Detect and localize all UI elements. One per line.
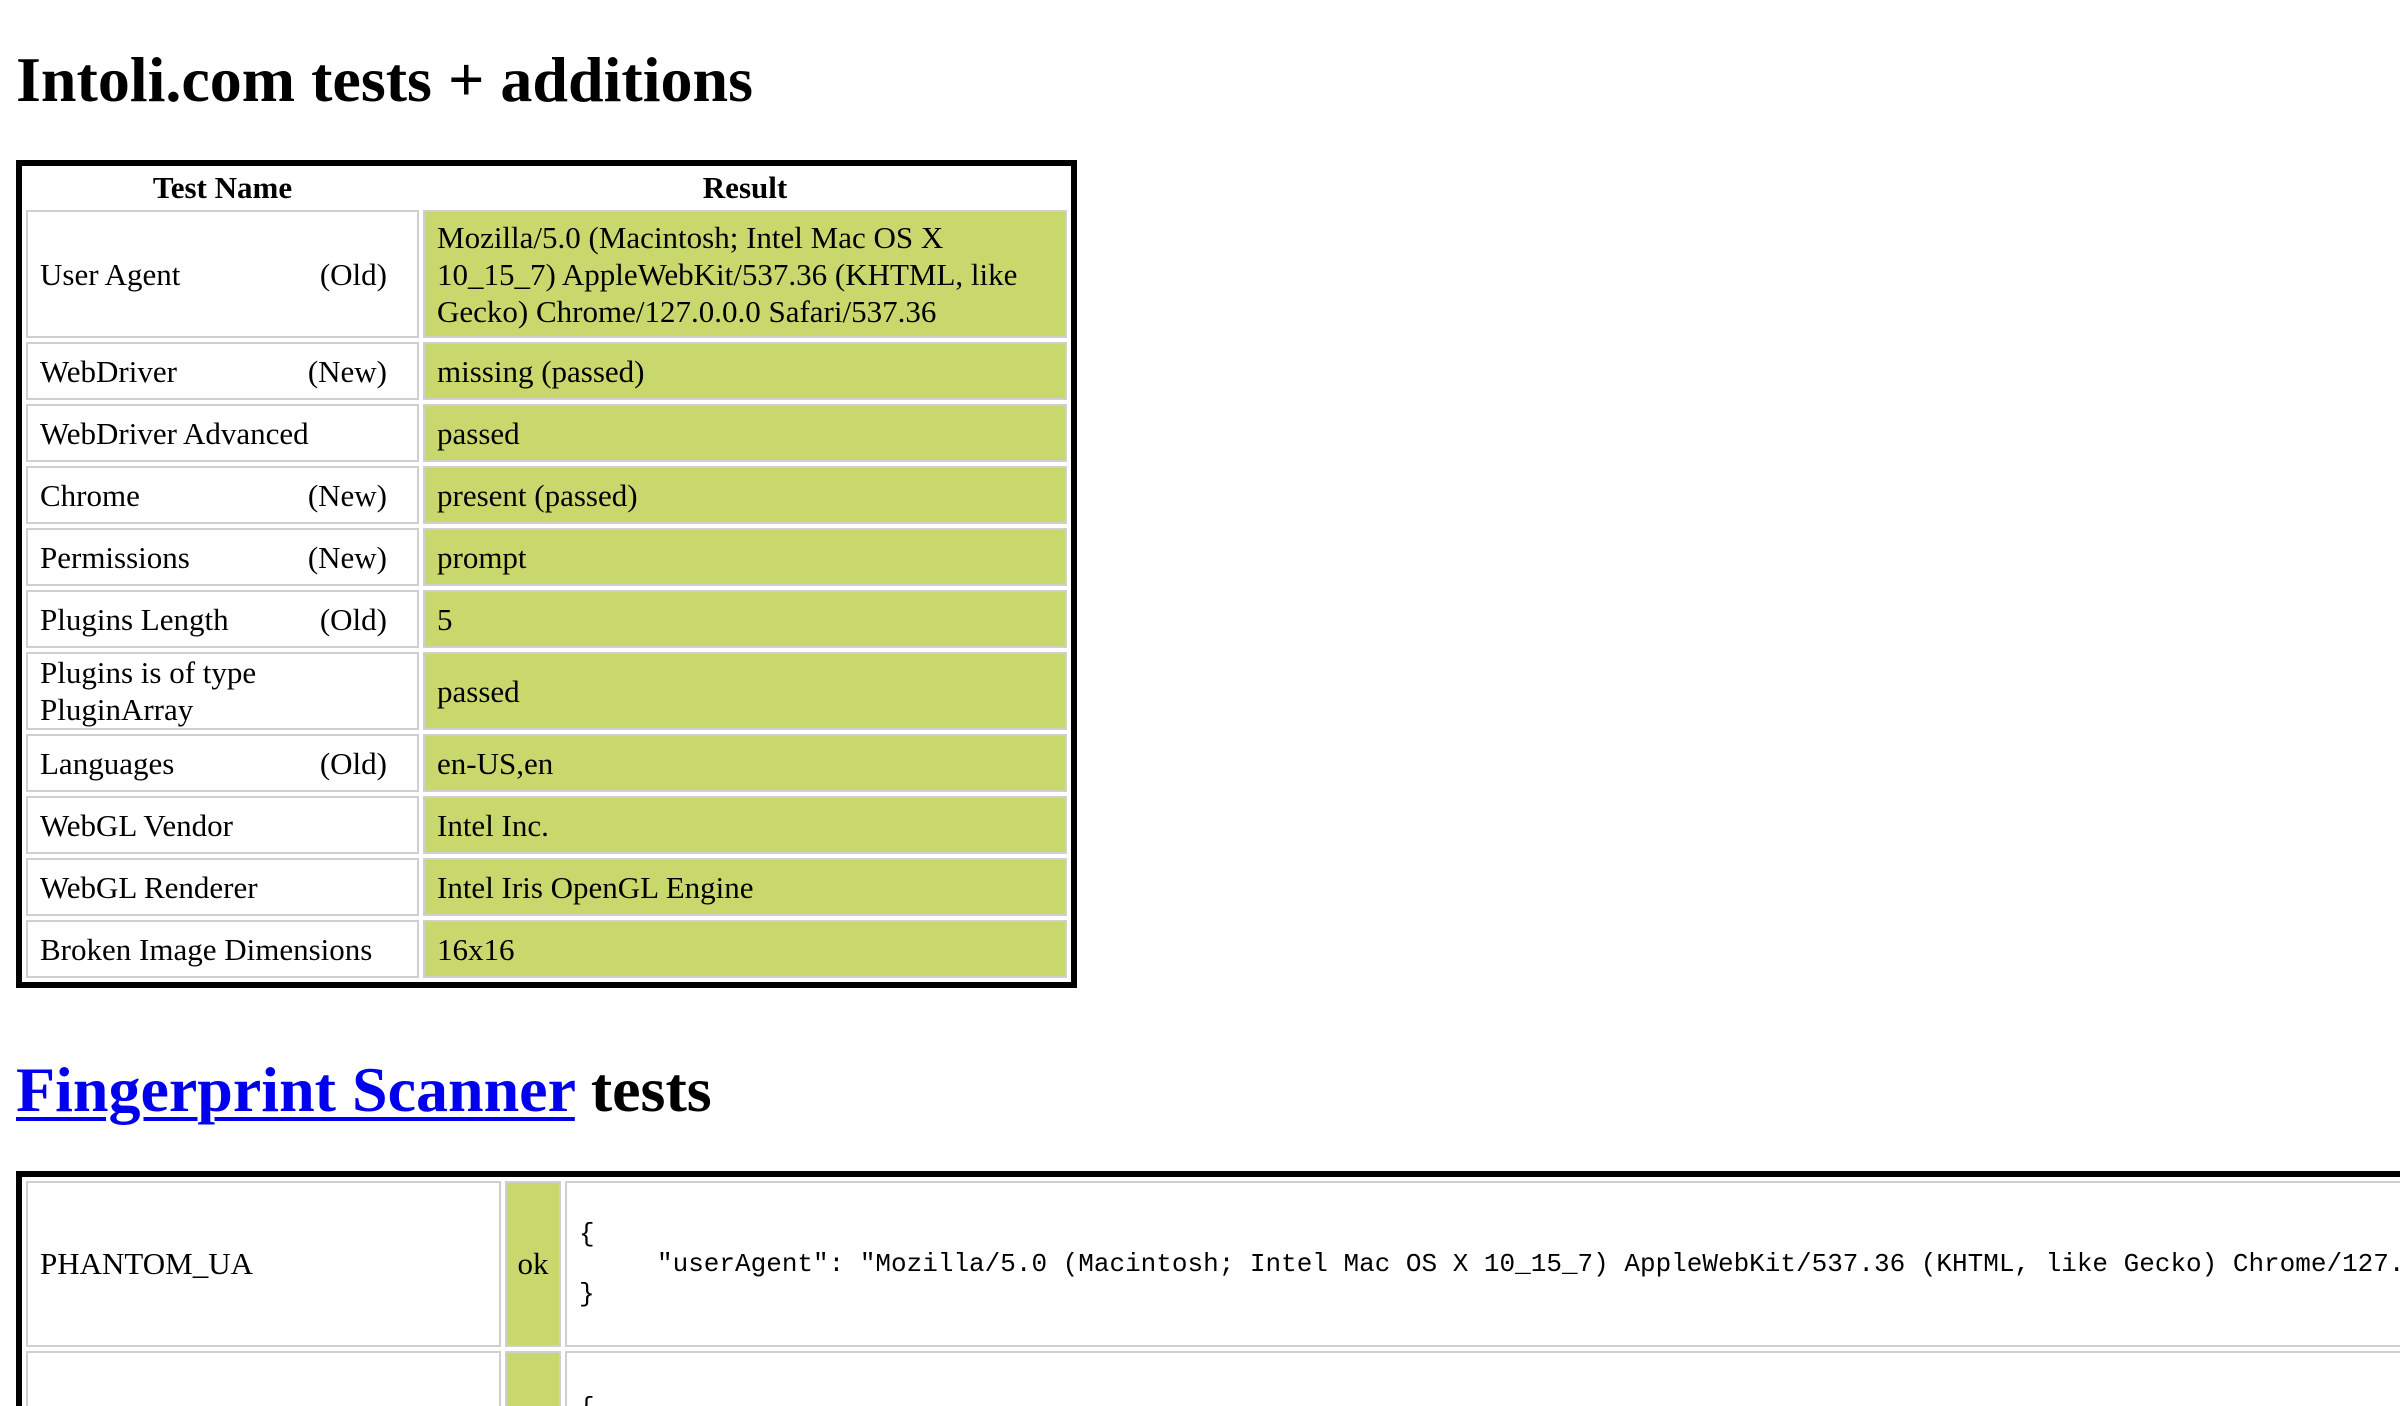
table-row: WebDriver Advanced passed [26,404,1067,462]
test-name-cell: Chrome (New) [26,466,419,524]
fingerprint-section-title: Fingerprint Scanner tests [16,1058,712,1122]
test-name-wrap: Languages (Old) [40,745,405,782]
test-name: WebDriver [40,353,177,389]
header-result: Result [702,170,788,205]
test-result-cell: 16x16 [423,920,1067,978]
table-row: Languages (Old) en-US,en [26,734,1067,792]
test-name-cell: Plugins is of type PluginArray [26,652,419,730]
test-name: Languages [40,745,175,781]
table-header-row: Test Name Result [26,170,1067,206]
fp-test-name: PHANTOM_UA [26,1181,501,1347]
test-name: Plugins is of type PluginArray [40,655,257,727]
test-name-wrap: WebGL Renderer [40,869,405,906]
test-age-tag: (Old) [319,745,387,781]
table-row: WebDriver (New) missing (passed) [26,342,1067,400]
table-row: Plugins is of type PluginArray passed [26,652,1067,730]
fp-json-output: { [565,1351,2400,1406]
table-row: Broken Image Dimensions 16x16 [26,920,1067,978]
json-open: { [579,1219,595,1249]
test-result-cell: en-US,en [423,734,1067,792]
test-result-cell: 5 [423,590,1067,648]
json-open: { [579,1393,2400,1406]
test-name-cell: User Agent (Old) [26,210,419,338]
intoli-results-body: User Agent (Old) Mozilla/5.0 (Macintosh; I… [26,210,1067,978]
test-name-wrap: Chrome (New) [40,477,405,514]
test-name: Plugins Length [40,601,229,637]
fp-status-badge: ok [505,1181,561,1347]
test-age-tag: (New) [307,477,387,513]
test-name-wrap: WebDriver Advanced [40,415,405,452]
test-name-wrap: WebGL Vendor [40,807,405,844]
fp-status-badge [505,1351,561,1406]
table-row: User Agent (Old) Mozilla/5.0 (Macintosh; I… [26,210,1067,338]
json-body: "userAgent": "Mozilla/5.0 (Macintosh; In… [657,1249,2400,1279]
test-result-cell: Intel Iris OpenGL Engine [423,858,1067,916]
fingerprint-scanner-link[interactable]: Fingerprint Scanner [16,1054,575,1125]
test-age-tag: (Old) [319,256,387,292]
test-result-cell: Mozilla/5.0 (Macintosh; Intel Mac OS X 1… [423,210,1067,338]
test-name-cell: WebGL Renderer [26,858,419,916]
test-name-cell: WebDriver (New) [26,342,419,400]
test-name-wrap: Permissions (New) [40,539,405,576]
page-title: Intoli.com tests + additions [16,44,753,115]
test-name: WebGL Vendor [40,807,233,843]
page: Intoli.com tests + additions Test Name R… [0,0,2400,1406]
test-name-cell: Plugins Length (Old) [26,590,419,648]
test-name-wrap: User Agent (Old) [40,256,405,293]
table-row: { [26,1351,2400,1406]
fp-json-output: { "userAgent": "Mozilla/5.0 (Macintosh; I… [565,1181,2400,1347]
header-test-name: Test Name [152,170,293,205]
test-name-wrap: Broken Image Dimensions [40,931,405,968]
test-name: User Agent [40,256,181,292]
test-name-cell: Languages (Old) [26,734,419,792]
table-row: Chrome (New) present (passed) [26,466,1067,524]
test-name-cell: WebDriver Advanced [26,404,419,462]
test-age-tag: (New) [307,539,387,575]
intoli-results-table: Test Name Result User Agent (Old) Mozilla/… [16,160,1077,988]
test-result-cell: prompt [423,528,1067,586]
fp-test-name [26,1351,501,1406]
table-row: WebGL Renderer Intel Iris OpenGL Engine [26,858,1067,916]
test-name-wrap: WebDriver (New) [40,353,405,390]
test-result-cell: passed [423,404,1067,462]
test-age-tag: (Old) [319,601,387,637]
test-result-cell: present (passed) [423,466,1067,524]
test-name-wrap: Plugins is of type PluginArray [40,654,405,728]
test-result-cell: Intel Inc. [423,796,1067,854]
test-age-tag: (New) [307,353,387,389]
test-result-cell: missing (passed) [423,342,1067,400]
json-close: } [579,1279,595,1309]
test-name: Chrome [40,477,140,513]
test-name: WebGL Renderer [40,869,258,905]
test-result-cell: passed [423,652,1067,730]
table-row: WebGL Vendor Intel Inc. [26,796,1067,854]
table-row: Plugins Length (Old) 5 [26,590,1067,648]
table-row: PHANTOM_UA ok { "userAgent": "Mozilla/5.0… [26,1181,2400,1347]
test-name: Permissions [40,539,190,575]
test-name: WebDriver Advanced [40,415,309,451]
table-row: Permissions (New) prompt [26,528,1067,586]
test-name-wrap: Plugins Length (Old) [40,601,405,638]
test-name-cell: Permissions (New) [26,528,419,586]
fingerprint-results-table: PHANTOM_UA ok { "userAgent": "Mozilla/5.0… [16,1171,2400,1406]
test-name-cell: WebGL Vendor [26,796,419,854]
title-suffix: tests [574,1054,712,1125]
test-name: Broken Image Dimensions [40,931,373,967]
test-name-cell: Broken Image Dimensions [26,920,419,978]
